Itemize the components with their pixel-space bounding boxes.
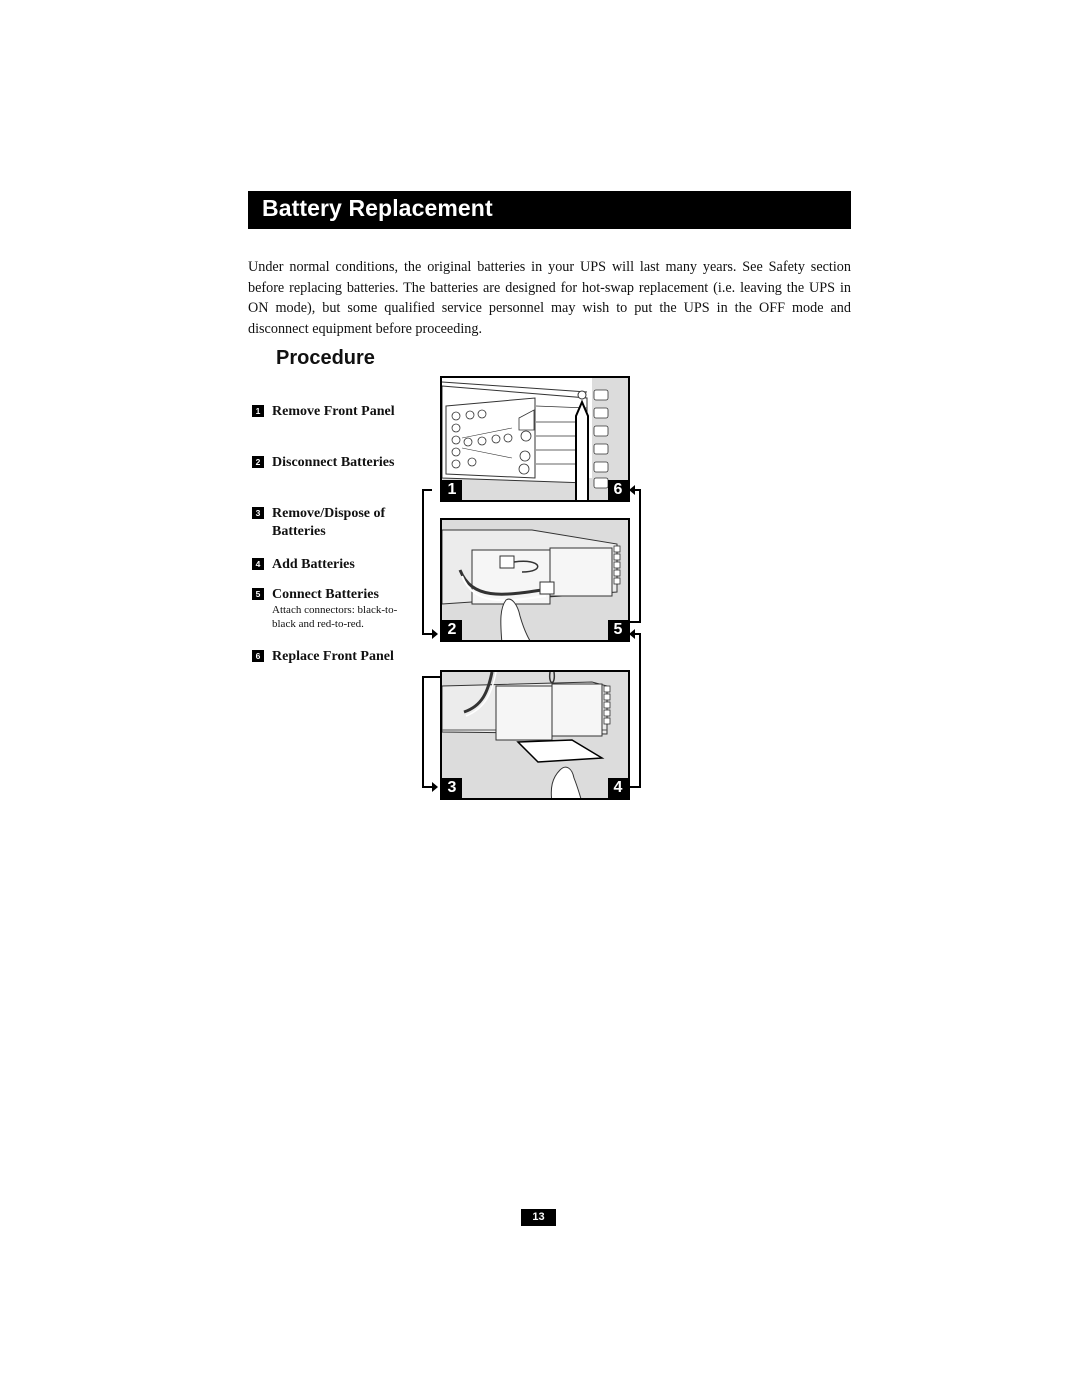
illustration-panel-battery-removal: 3 4 (440, 670, 630, 800)
procedure-illustration: 1 6 2 5 3 4 (420, 370, 650, 805)
step-label: Replace Front Panel (272, 649, 394, 664)
arrow-4-to-5 (630, 633, 641, 788)
step-number-badge: 6 (252, 650, 264, 662)
step-number-badge: 2 (252, 456, 264, 468)
step-number-badge: 3 (252, 507, 264, 519)
step-label: Remove/Dispose of Batteries (272, 506, 386, 539)
panel-label-step-1: 1 (442, 480, 462, 500)
ups-front-panel-drawing (442, 378, 609, 500)
step-label: Remove Front Panel (272, 404, 395, 419)
step-number-badge: 1 (252, 405, 264, 417)
battery-removal-drawing (442, 672, 611, 798)
arrowhead-icon (432, 782, 438, 792)
arrow-5-to-6 (630, 489, 641, 623)
section-title: Battery Replacement (262, 195, 493, 221)
screw-icon (577, 390, 587, 400)
arrowhead-icon (432, 629, 438, 639)
panel-label-step-4: 4 (608, 778, 628, 798)
panel-label-step-2: 2 (442, 620, 462, 640)
panel-label-step-6: 6 (608, 480, 628, 500)
section-title-bar: Battery Replacement (248, 191, 851, 229)
battery-connector-drawing (442, 529, 621, 640)
step-number-badge: 5 (252, 588, 264, 600)
illustration-panel-front-panel: 1 6 (440, 376, 630, 502)
step-number-badge: 4 (252, 558, 264, 570)
battery-tray-icon (516, 739, 605, 763)
arrow-1-to-2 (422, 489, 432, 635)
intro-paragraph: Under normal conditions, the original ba… (248, 259, 851, 337)
step-label: Connect Batteries (272, 587, 379, 602)
step-label: Add Batteries (272, 557, 355, 572)
screwdriver-icon (575, 399, 589, 500)
procedure-heading: Procedure (276, 347, 375, 369)
arrow-to-3 (422, 676, 440, 788)
step-note: Attach connectors: black-to-black and re… (272, 604, 398, 630)
hand-icon (500, 598, 531, 640)
illustration-panel-battery-connectors: 2 5 (440, 518, 630, 642)
page-number: 13 (521, 1209, 556, 1226)
panel-label-step-3: 3 (442, 778, 462, 798)
panel-label-step-5: 5 (608, 620, 628, 640)
hand-icon (550, 766, 582, 798)
step-label: Disconnect Batteries (272, 455, 395, 470)
